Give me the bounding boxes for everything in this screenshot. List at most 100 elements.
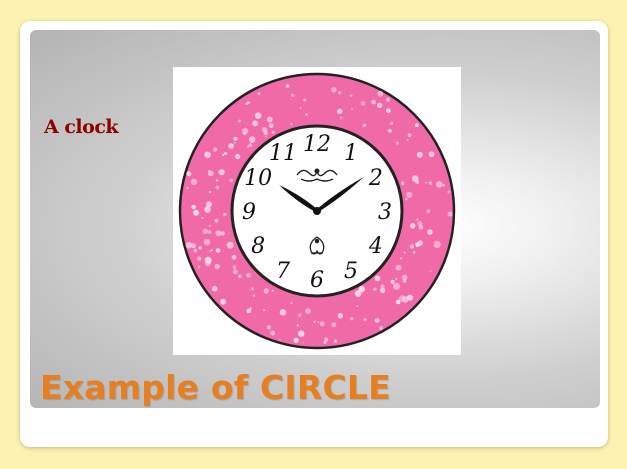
rim-dot	[317, 321, 320, 324]
rim-dot	[416, 151, 423, 158]
rim-dot	[257, 92, 261, 95]
rim-dot	[303, 98, 307, 102]
rim-dot	[409, 244, 415, 249]
rim-dot	[252, 120, 259, 127]
rim-dot	[207, 170, 214, 177]
rim-dot	[285, 84, 290, 88]
rim-dot	[299, 107, 302, 110]
rim-dot	[305, 308, 311, 314]
rim-dot	[362, 123, 367, 128]
rim-dot	[380, 287, 386, 294]
rim-dot	[203, 238, 211, 246]
rim-dot	[414, 123, 419, 127]
rim-dot	[338, 91, 341, 95]
rim-dot	[387, 129, 392, 133]
rim-dot	[298, 330, 305, 337]
rim-dot	[215, 185, 220, 190]
rim-dot	[390, 121, 394, 125]
rim-dot	[228, 143, 234, 149]
rim-dot	[406, 191, 413, 198]
rim-dot	[407, 133, 412, 137]
rim-dot	[350, 94, 353, 97]
rim-dot	[360, 101, 366, 106]
rim-dot	[209, 225, 211, 227]
rim-dot	[323, 341, 327, 344]
rim-dot	[210, 249, 213, 252]
rim-dot	[214, 218, 219, 223]
rim-dot	[401, 274, 408, 281]
rim-dot	[290, 122, 293, 126]
rim-dot	[232, 265, 237, 270]
rim-dot	[425, 181, 427, 184]
rim-dot	[263, 288, 269, 294]
rim-dot	[204, 151, 211, 159]
slide-title: Example of CIRCLE	[40, 368, 391, 407]
rim-dot	[374, 275, 381, 282]
rim-dot	[350, 317, 354, 321]
rim-dot	[373, 287, 377, 291]
rim-dot	[395, 264, 402, 271]
rim-dot	[218, 169, 225, 176]
rim-dot	[406, 139, 409, 141]
rim-dot	[223, 212, 227, 217]
rim-dot	[393, 282, 400, 290]
rim-dot	[186, 186, 189, 189]
rim-dot	[185, 241, 193, 249]
rim-dot	[418, 224, 424, 230]
rim-dot	[386, 97, 390, 102]
rim-dot	[265, 135, 267, 138]
rim-dot	[214, 263, 220, 270]
rim-dot	[385, 108, 391, 114]
rim-dot	[351, 107, 354, 110]
clock-numeral-8: 8	[251, 234, 265, 259]
rim-dot	[319, 321, 325, 327]
rim-dot	[209, 190, 212, 193]
rim-dot	[395, 299, 401, 305]
rim-dot	[247, 145, 249, 148]
rim-dot	[226, 241, 234, 249]
rim-dot	[246, 273, 251, 278]
rim-dot	[293, 337, 299, 343]
rim-dot	[291, 93, 295, 97]
rim-dot	[435, 181, 443, 188]
clock-numeral-10: 10	[244, 166, 272, 191]
rim-dot	[197, 256, 202, 261]
rim-dot	[356, 305, 359, 308]
rim-dot	[426, 209, 431, 214]
rim-dot	[190, 178, 198, 185]
rim-dot	[380, 284, 385, 289]
rim-dot	[377, 102, 383, 108]
clock-numeral-5: 5	[344, 259, 358, 284]
rim-dot	[358, 286, 365, 293]
rim-dot	[201, 216, 204, 219]
rim-dot	[411, 175, 419, 182]
rim-dot	[206, 201, 212, 208]
rim-dot	[371, 99, 376, 105]
rim-dot	[428, 181, 433, 185]
rim-dot	[254, 112, 262, 119]
rim-dot	[279, 338, 281, 341]
rim-dot	[271, 130, 275, 134]
rim-dot	[363, 318, 367, 322]
rim-dot	[261, 127, 268, 133]
clock-image: 12 1 2 3 4 5 6 7 8 9 10 11	[173, 67, 461, 355]
rim-dot	[302, 341, 304, 344]
rim-dot	[242, 127, 249, 135]
rim-dot	[447, 211, 453, 217]
rim-dot	[238, 274, 242, 278]
clock-numeral-6: 6	[310, 268, 324, 293]
rim-dot	[405, 198, 408, 201]
rim-dot	[313, 320, 316, 323]
rim-dot	[204, 206, 211, 213]
rim-dot	[193, 248, 198, 253]
rim-dot	[412, 251, 416, 254]
rim-dot	[395, 141, 399, 145]
rim-dot	[401, 181, 405, 185]
rim-dot	[339, 116, 343, 120]
rim-dot	[331, 322, 337, 328]
rim-dot	[415, 242, 419, 246]
rim-dot	[233, 141, 236, 144]
rim-dot	[399, 257, 403, 260]
clock-numeral-11: 11	[269, 141, 297, 166]
rim-dot	[374, 318, 380, 323]
